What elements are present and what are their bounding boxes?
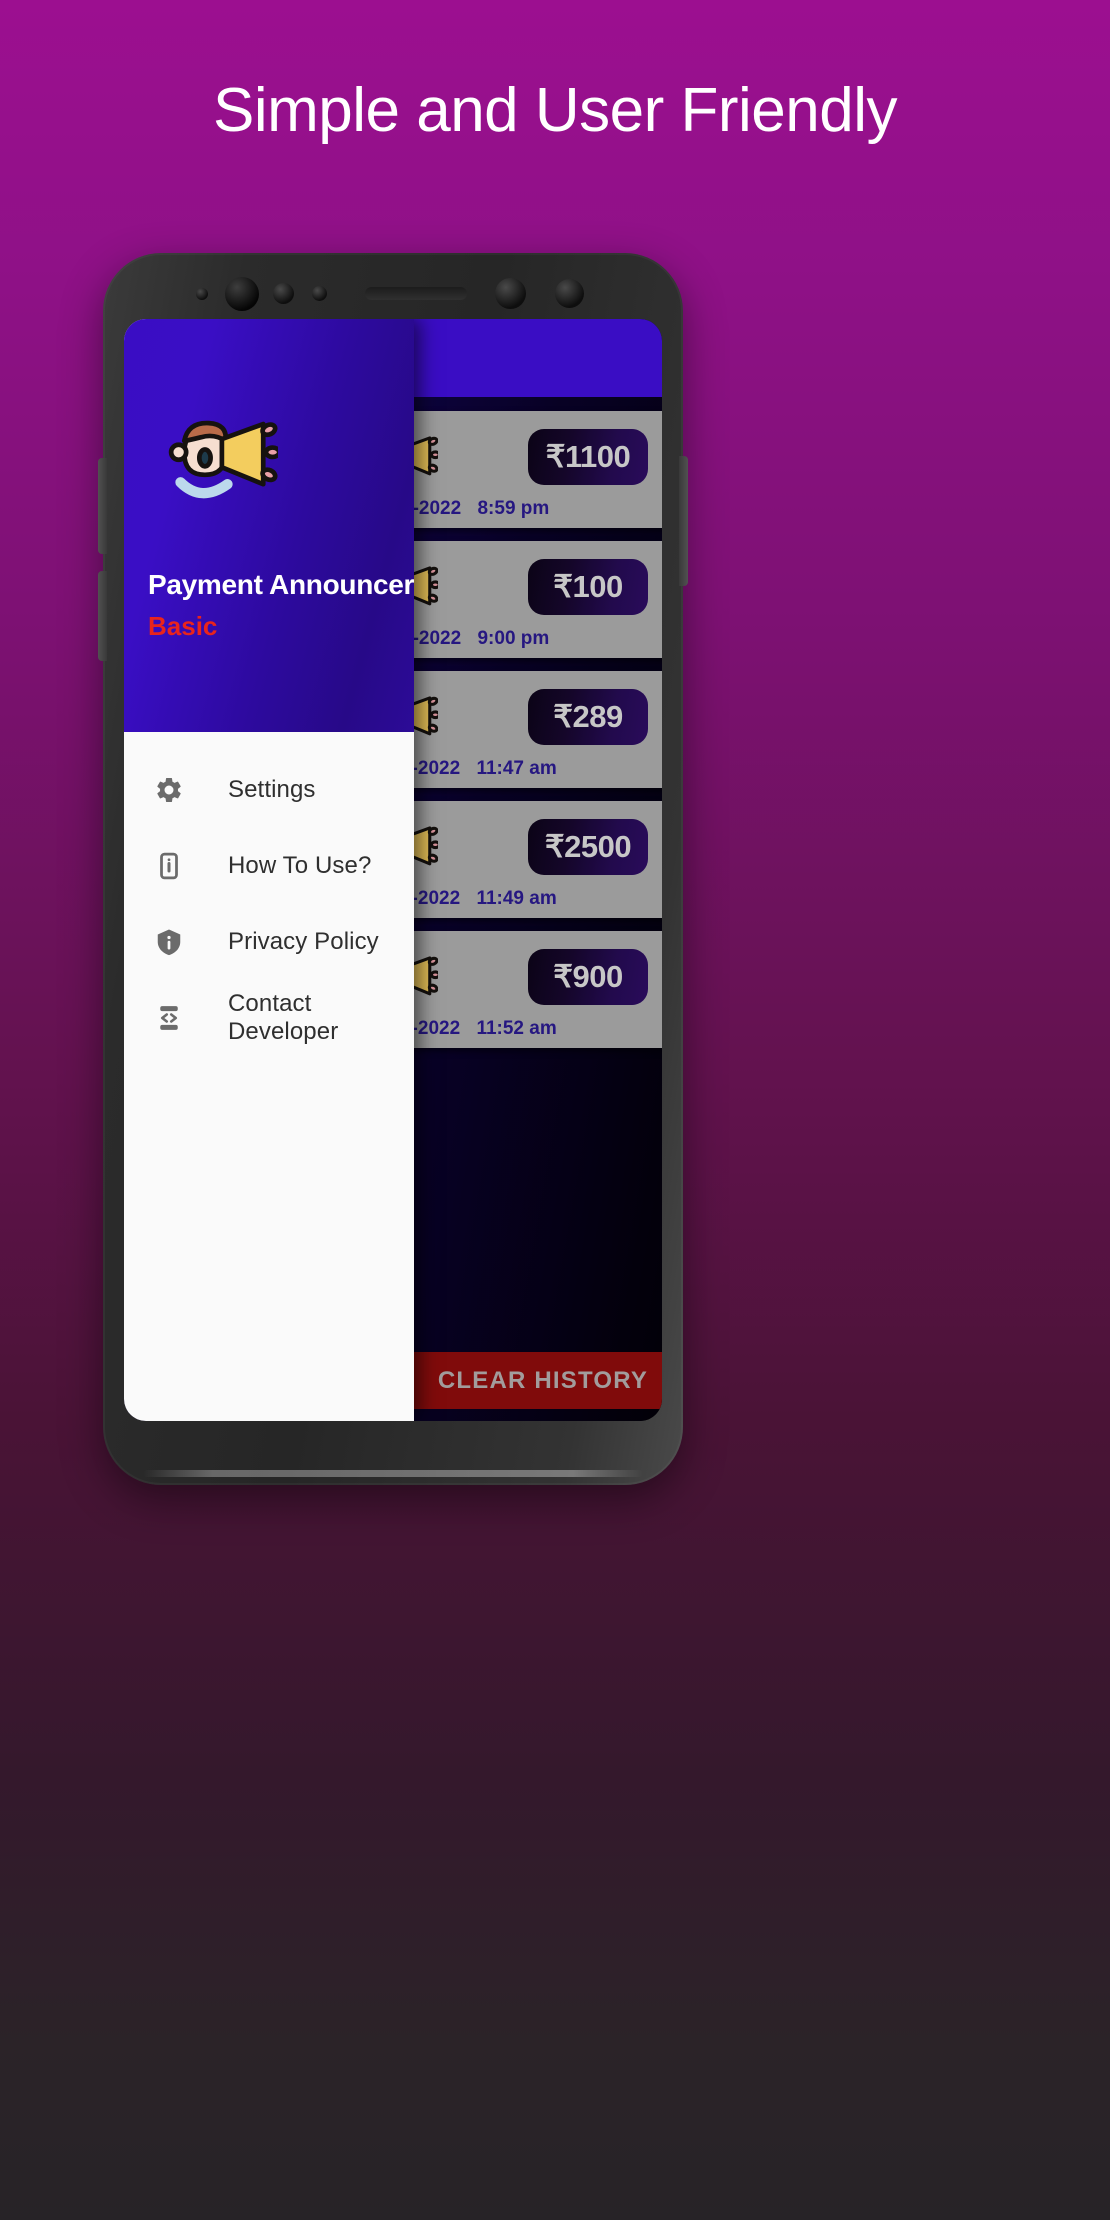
menu-item-settings[interactable]: Settings: [124, 752, 414, 828]
menu-item-contact-developer[interactable]: Contact Developer: [124, 980, 414, 1056]
phone-mockup: ₹1100 28-10-2022 8:59 pm: [98, 253, 688, 1485]
volume-up-button: [98, 458, 107, 554]
drawer-menu: Settings How To Use? Privacy Policy Cont…: [124, 732, 414, 1056]
front-camera-icon: [225, 277, 259, 311]
shield-info-icon: [148, 921, 190, 963]
payment-announcer-logo-icon: [162, 409, 282, 503]
payment-amount: ₹900: [553, 959, 623, 994]
page-headline: Simple and User Friendly: [212, 76, 898, 145]
menu-item-privacy-policy[interactable]: Privacy Policy: [124, 904, 414, 980]
phone-screen: ₹1100 28-10-2022 8:59 pm: [124, 319, 662, 1421]
payment-amount-badge: ₹100: [528, 559, 648, 615]
volume-down-button: [98, 571, 107, 661]
secondary-sensor-icon: [495, 278, 526, 309]
code-brackets-icon: [148, 997, 190, 1039]
payment-amount: ₹100: [553, 569, 623, 604]
led-indicator-icon: [555, 279, 584, 308]
menu-item-how-to-use[interactable]: How To Use?: [124, 828, 414, 904]
payment-time: 11:49 am: [476, 888, 557, 909]
light-sensor-icon: [312, 286, 327, 301]
payment-amount-badge: ₹1100: [528, 429, 648, 485]
navigation-drawer: Payment Announcer Basic Settings How To …: [124, 319, 414, 1421]
drawer-header: Payment Announcer Basic: [124, 319, 414, 732]
phone-info-icon: [148, 845, 190, 887]
payment-amount-badge: ₹900: [528, 949, 648, 1005]
menu-item-label: Settings: [228, 776, 316, 803]
payment-amount: ₹289: [553, 699, 623, 734]
payment-amount-badge: ₹289: [528, 689, 648, 745]
payment-time: 11:52 am: [476, 1018, 557, 1039]
payment-time: 9:00 pm: [477, 628, 550, 649]
gear-icon: [148, 769, 190, 811]
iris-sensor-icon: [273, 283, 294, 304]
payment-amount: ₹1100: [545, 439, 631, 474]
menu-item-label: How To Use?: [228, 852, 372, 879]
menu-item-label: Privacy Policy: [228, 928, 379, 955]
payment-time: 11:47 am: [476, 758, 557, 779]
payment-amount-badge: ₹2500: [528, 819, 648, 875]
menu-item-label: Contact Developer: [228, 990, 339, 1045]
payment-amount: ₹2500: [544, 829, 632, 864]
payment-time: 8:59 pm: [477, 498, 550, 519]
app-plan-badge: Basic: [148, 611, 218, 641]
app-title: Payment Announcer: [148, 569, 415, 600]
proximity-sensor-icon: [196, 288, 208, 300]
clear-history-label: CLEAR HISTORY: [437, 1366, 649, 1394]
power-button: [679, 456, 688, 586]
earpiece-speaker-icon: [365, 287, 467, 300]
phone-bottom-bezel-highlight: [143, 1470, 643, 1477]
